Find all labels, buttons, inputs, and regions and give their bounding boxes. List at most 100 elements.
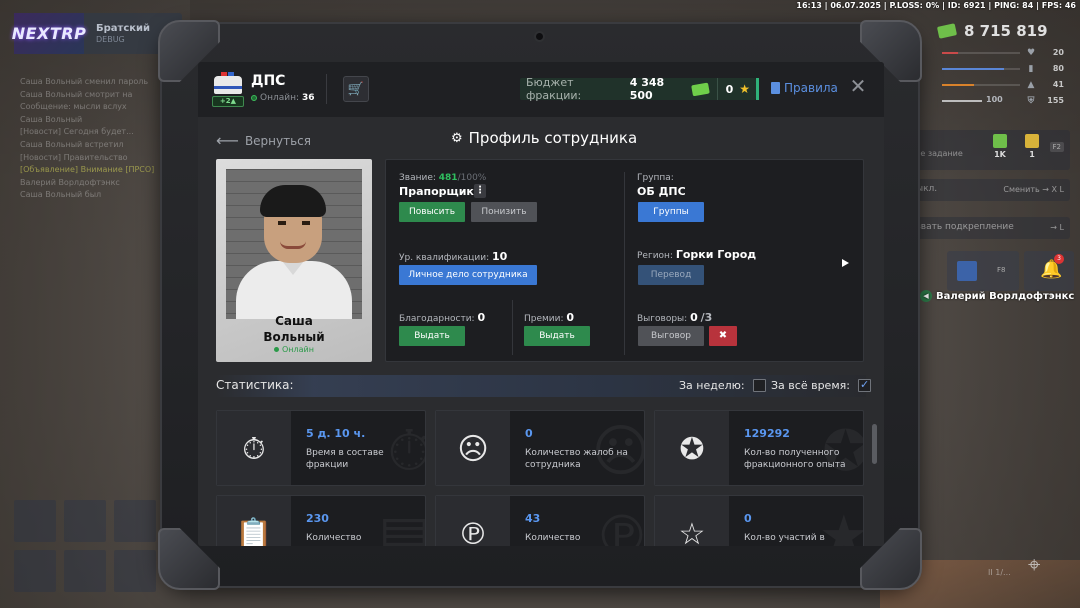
blood-icon: ♥ [1026, 48, 1036, 58]
online-label: Онлайн: [260, 93, 300, 103]
inventory-slot[interactable] [114, 500, 156, 542]
hud-stat-row: ▲ 41 [938, 77, 1070, 93]
rank-progress: 481 [438, 173, 458, 183]
budget-accent [756, 78, 759, 100]
budget-amount: 4 348 500 [629, 76, 665, 102]
arrow-left-icon: ⟵ [216, 131, 239, 150]
close-button[interactable]: ✕ [849, 76, 867, 96]
reprimand-button[interactable]: Выговор [638, 326, 704, 346]
employee-first-name: Саша [275, 314, 313, 328]
fine-document-icon: ℗ [436, 496, 510, 546]
inventory-slot[interactable] [64, 500, 106, 542]
hud-stat-value: 80 [1052, 64, 1064, 73]
remove-user-icon: ✖ [718, 330, 728, 341]
stat-card: ☆ ★ 0 Кол-во участий в [654, 495, 864, 546]
back-button[interactable]: ⟵ Вернуться [216, 131, 311, 150]
page-title-text: Профиль сотрудника [468, 129, 638, 147]
group-label: Группа: [637, 173, 674, 183]
hud-stat-value: 20 [1052, 48, 1064, 57]
online-dot-icon [251, 95, 257, 101]
stat-label: Кол-во участий в [744, 533, 825, 543]
microphone-icon: ◀ [920, 290, 932, 302]
stat-label: Количество [525, 533, 581, 543]
filter-all-time[interactable]: За всё время: [771, 378, 871, 392]
budget-label: Бюджет фракции: [526, 76, 582, 102]
task-label: се задание [916, 149, 963, 158]
tablet-screen: +2▲ ДПС Онлайн: 36 🛒 Бюджет фракции: 4 3… [198, 62, 884, 546]
pause-indicator: II 1/... [988, 568, 1011, 577]
qualification-value: 10 [492, 250, 508, 263]
filter-week-checkbox[interactable] [752, 379, 766, 392]
chat-line: Саша Вольный [20, 114, 83, 124]
budget-stars-count: 0 [725, 82, 734, 96]
employee-status-text: Онлайн [282, 345, 314, 354]
hud-stats: ♥ 20 ▮ 80 ▲ 41 100 ⛨ 155 [938, 45, 1070, 109]
server-name-main: Братский [96, 22, 151, 34]
star-icon: ☆ [655, 496, 729, 546]
faction-header: +2▲ ДПС Онлайн: 36 🛒 Бюджет фракции: 4 3… [198, 62, 884, 117]
filter-all-time-checkbox[interactable] [857, 378, 871, 392]
chat-line: Саша Вольный был [20, 190, 102, 200]
personal-file-button[interactable]: Личное дело сотрудника [399, 265, 537, 285]
calendar-icon [957, 261, 977, 281]
debug-info: 16:13 | 06.07.2025 | P.LOSS: 0% | ID: 69… [796, 1, 1076, 10]
shield-icon: ⛨ [1027, 96, 1035, 106]
inventory-slot[interactable] [14, 500, 56, 542]
back-label: Вернуться [244, 133, 311, 148]
server-logo-box: NEXTRP Братский DEBUG [12, 13, 182, 54]
notifications-button[interactable]: 🔔 3 [1024, 251, 1074, 291]
stat-card: ✪ ✪ 129292 Кол-во полученного фракционно… [654, 410, 864, 486]
chat-line: Валерий Ворлдофтэнкс [20, 177, 120, 187]
reprimand-label: Выговоры: 0 /3 [637, 311, 713, 324]
give-bonus-button[interactable]: Выдать [524, 326, 590, 346]
calendar-button[interactable]: F8 [947, 251, 1019, 291]
hud-stat-row: 100 ⛨ 155 [938, 93, 1070, 109]
chat-line: Саша Вольный смотрит на [20, 89, 133, 99]
rank-menu-button[interactable]: ⋮ [474, 184, 486, 198]
stat-value: 230 [306, 512, 329, 525]
faction-name: ДПС [251, 73, 286, 89]
stat-value: 43 [525, 512, 541, 525]
transfer-button[interactable]: Перевод [638, 265, 704, 285]
rank-up-badge: +2▲ [212, 96, 244, 107]
stat-label: Время в составе фракции [306, 448, 384, 470]
group-value: ОБ ДПС [637, 185, 686, 198]
rules-link[interactable]: Правила [771, 81, 838, 95]
demote-button[interactable]: Понизить [471, 202, 537, 222]
statistics-scrollbar[interactable] [872, 424, 877, 464]
fuel-icon: ▲ [1027, 80, 1035, 90]
thanks-value: 0 [477, 311, 486, 324]
inventory-slot[interactable] [64, 550, 106, 592]
gear-icon: ⚙ [451, 130, 463, 146]
stat-card: ℗ ℗ 43 Количество [435, 495, 645, 546]
hud-stat-row: ▮ 80 [938, 61, 1070, 77]
promote-button[interactable]: Повысить [399, 202, 465, 222]
hud-stat-value: 155 [1047, 96, 1064, 105]
inventory-slot[interactable] [114, 550, 156, 592]
filter-week[interactable]: За неделю: [679, 379, 766, 392]
page-title: ⚙ Профиль сотрудника [451, 129, 637, 147]
online-count: 36 [302, 93, 315, 103]
remove-reprimand-button[interactable]: ✖ [709, 326, 737, 346]
stat-label: Количество жалоб на сотрудника [525, 448, 628, 470]
hint-left: звать подкрепление [916, 222, 1014, 232]
stat-label: Кол-во полученного фракционного опыта [744, 448, 846, 470]
thanks-label: Благодарности: 0 [399, 311, 486, 324]
groups-button[interactable]: Группы [638, 202, 704, 222]
tablet-camera [534, 31, 545, 42]
give-thanks-button[interactable]: Выдать [399, 326, 465, 346]
rank-progress-max: /100% [457, 173, 487, 183]
stat-value: 129292 [744, 427, 790, 440]
task-key: F2 [1049, 142, 1064, 152]
inventory-slot[interactable] [14, 550, 56, 592]
hud-task-panel: се задание 1K 1 F2 [912, 130, 1070, 170]
binoculars-icon[interactable]: ⌖ [1028, 553, 1060, 583]
rules-label: Правила [784, 81, 838, 95]
chat-line: Саша Вольный сменил пароль [20, 77, 149, 86]
stopwatch-icon: ⏱ [217, 411, 291, 485]
rank-label: Звание: 481/100% [399, 173, 487, 183]
shop-cart-button[interactable]: 🛒 [343, 76, 369, 102]
reprimand-max: /3 [700, 311, 713, 324]
statistics-header-bar [216, 375, 866, 397]
faction-budget: Бюджет фракции: 4 348 500 0 ★ [520, 76, 756, 102]
